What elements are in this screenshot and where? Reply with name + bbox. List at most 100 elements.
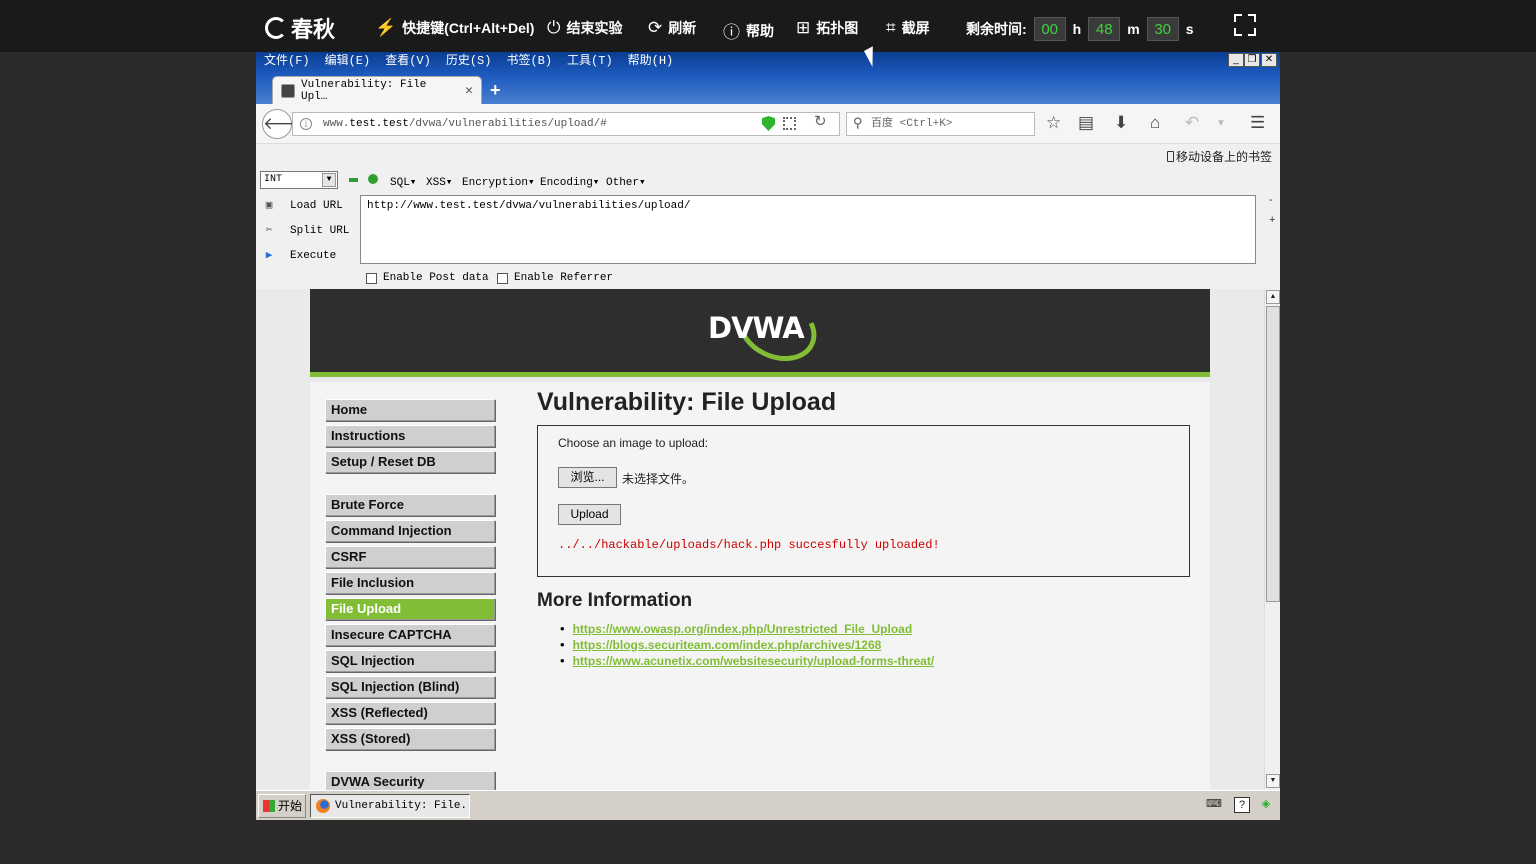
int-select[interactable]: INT ▼ — [260, 171, 338, 189]
execute-button[interactable]: ▶ Execute — [262, 249, 337, 263]
close-window-button[interactable]: ✕ — [1261, 53, 1277, 67]
search-input[interactable]: ⚲ 百度 <Ctrl+K> — [846, 112, 1035, 136]
tab-favicon-icon — [281, 83, 295, 98]
menu-edit[interactable]: 编辑(E) — [325, 53, 371, 69]
back-button[interactable]: 🡐 — [262, 109, 309, 139]
hamburger-menu-icon[interactable]: ☰ — [1250, 113, 1265, 133]
menu-bookmarks[interactable]: 书签(B) — [506, 53, 552, 69]
bookmark-star-icon[interactable]: ☆ — [1046, 113, 1061, 133]
scroll-thumb[interactable] — [1266, 306, 1280, 602]
topology-button[interactable]: ⊞ 拓扑图 — [796, 18, 858, 38]
sidebar-item-setup[interactable]: Setup / Reset DB — [325, 451, 495, 473]
sidebar-item-xss-stored[interactable]: XSS (Stored) — [325, 728, 495, 750]
search-icon: ⚲ — [853, 116, 863, 131]
shortcut-button[interactable]: ⚡ 快捷键(Ctrl+Alt+Del) — [375, 18, 534, 38]
referrer-checkbox-box[interactable] — [497, 272, 508, 284]
page-title: Vulnerability: File Upload — [537, 388, 837, 416]
acunetix-link[interactable]: https://www.acunetix.com/websitesecurity… — [573, 654, 935, 668]
shrink-textarea-button[interactable]: - — [1269, 194, 1273, 206]
keyboard-icon[interactable]: ⌨ — [1206, 797, 1222, 813]
undo-icon[interactable]: ↶ — [1185, 113, 1199, 133]
upload-result-message: ../../hackable/uploads/hack.php succesfu… — [558, 538, 940, 552]
scissors-icon: ✂ — [265, 225, 273, 237]
sidebar-item-sql-injection[interactable]: SQL Injection — [325, 650, 495, 672]
sidebar-item-brute-force[interactable]: Brute Force — [325, 494, 495, 516]
brand-name: 春秋 — [291, 17, 336, 42]
start-button[interactable]: 开始 — [258, 794, 306, 818]
sidebar-item-insecure-captcha[interactable]: Insecure CAPTCHA — [325, 624, 495, 646]
home-icon[interactable]: ⌂ — [1150, 113, 1160, 133]
help-button[interactable]: ⓘ 帮助 — [723, 18, 774, 43]
hackbar-encoding-menu[interactable]: Encoding▾ — [540, 175, 599, 189]
qr-code-icon[interactable] — [783, 117, 796, 130]
scroll-down-icon[interactable]: ▼ — [1266, 774, 1280, 788]
dropdown-icon[interactable]: ▼ — [1216, 118, 1226, 129]
list-item: https://www.owasp.org/index.php/Unrestri… — [560, 621, 934, 637]
restore-button[interactable]: ❐ — [1244, 53, 1260, 67]
plus-icon[interactable] — [368, 174, 378, 184]
topology-label: 拓扑图 — [816, 20, 859, 36]
site-info-icon[interactable]: i — [300, 118, 312, 130]
menu-view[interactable]: 查看(V) — [385, 53, 431, 69]
owasp-link[interactable]: https://www.owasp.org/index.php/Unrestri… — [573, 622, 913, 636]
minus-icon[interactable] — [349, 178, 358, 182]
minimize-button[interactable]: _ — [1228, 53, 1244, 67]
refresh-button[interactable]: ⟳ 刷新 — [648, 18, 696, 38]
end-experiment-label: 结束实验 — [566, 20, 623, 36]
network-tray-icon[interactable]: ◈ — [1258, 797, 1274, 813]
hackbar-xss-menu[interactable]: XSS▾ — [426, 175, 452, 189]
menu-tools[interactable]: 工具(T) — [567, 53, 613, 69]
page-scrollbar[interactable]: ▲ ▼ — [1264, 289, 1280, 790]
upload-button[interactable]: Upload — [558, 504, 621, 525]
reload-icon[interactable]: ↻ — [814, 112, 827, 130]
sidebar-item-csrf[interactable]: CSRF — [325, 546, 495, 568]
fullscreen-icon[interactable] — [1234, 14, 1256, 36]
taskbar-firefox-window[interactable]: Vulnerability: File... — [310, 794, 470, 818]
sidebar-item-file-upload[interactable]: File Upload — [325, 598, 495, 620]
sidebar-item-home[interactable]: Home — [325, 399, 495, 421]
menu-history[interactable]: 历史(S) — [446, 53, 492, 69]
securiteam-link[interactable]: https://blogs.securiteam.com/index.php/a… — [573, 638, 882, 652]
help-tray-icon[interactable]: ? — [1234, 797, 1250, 813]
enable-referrer-checkbox[interactable]: Enable Referrer — [497, 272, 613, 284]
enable-post-checkbox[interactable]: Enable Post data — [366, 272, 489, 284]
page-viewport: DVWA Home Instructions Setup / Reset DB … — [256, 289, 1264, 790]
hackbar-encryption-menu[interactable]: Encryption▾ — [462, 175, 535, 189]
time-hours: 00 — [1033, 17, 1066, 41]
screenshot-button[interactable]: ⌗ 截屏 — [886, 18, 930, 38]
refresh-icon: ⟳ — [648, 18, 663, 37]
expand-textarea-button[interactable]: + — [1269, 214, 1275, 226]
url-path: /dvwa/vulnerabilities/upload/# — [408, 118, 607, 130]
new-tab-button[interactable]: + — [490, 80, 501, 101]
browse-button[interactable]: 浏览... — [558, 467, 617, 488]
split-url-label: Split URL — [290, 225, 350, 237]
download-icon[interactable]: ⬇ — [1114, 113, 1128, 133]
sidebar-item-instructions[interactable]: Instructions — [325, 425, 495, 447]
reader-icon[interactable]: ▤ — [1078, 113, 1094, 133]
time-label: 剩余时间: — [966, 21, 1027, 37]
close-tab-icon[interactable]: ✕ — [465, 83, 473, 98]
hackbar-sql-menu[interactable]: SQL▾ — [390, 175, 416, 189]
firefox-icon — [316, 799, 330, 813]
phone-icon — [1167, 151, 1174, 162]
hackbar-other-menu[interactable]: Other▾ — [606, 175, 646, 189]
hackbar-url-textarea[interactable]: http://www.test.test/dvwa/vulnerabilitie… — [360, 195, 1256, 264]
sidebar-item-xss-reflected[interactable]: XSS (Reflected) — [325, 702, 495, 724]
address-bar[interactable]: i www.test.test/dvwa/vulnerabilities/upl… — [292, 112, 840, 136]
time-seconds: 30 — [1146, 17, 1179, 41]
sidebar-item-sql-injection-blind[interactable]: SQL Injection (Blind) — [325, 676, 495, 698]
sidebar-item-command-injection[interactable]: Command Injection — [325, 520, 495, 542]
menu-file[interactable]: 文件(F) — [264, 53, 310, 69]
sidebar-item-file-inclusion[interactable]: File Inclusion — [325, 572, 495, 594]
brand-logo: e 春秋 — [265, 12, 335, 44]
menu-help[interactable]: 帮助(H) — [628, 53, 674, 69]
post-checkbox-box[interactable] — [366, 272, 377, 284]
load-url-button[interactable]: ▣ Load URL — [262, 199, 343, 213]
split-url-button[interactable]: ✂ Split URL — [262, 224, 350, 238]
scroll-up-icon[interactable]: ▲ — [1266, 290, 1280, 304]
end-experiment-button[interactable]: ⏻ 结束实验 — [547, 18, 622, 38]
execute-label: Execute — [290, 250, 337, 262]
time-minutes: 48 — [1088, 17, 1121, 41]
browser-tab[interactable]: Vulnerability: File Upl… ✕ — [272, 76, 482, 104]
sidebar-item-dvwa-security[interactable]: DVWA Security — [325, 771, 495, 790]
